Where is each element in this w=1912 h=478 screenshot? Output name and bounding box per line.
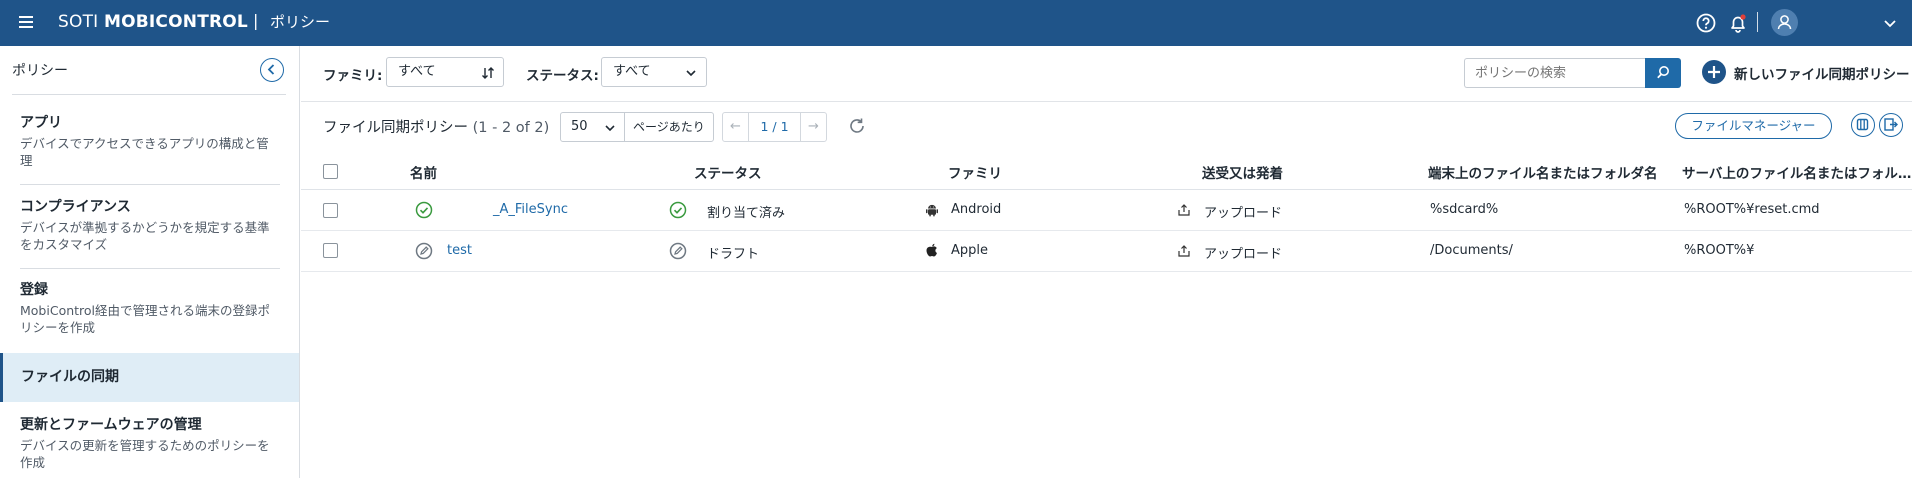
column-header-status[interactable]: ステータス [694,162,762,182]
sidebar-item-desc: デバイスの更新を管理するためのポリシーを作成 [20,438,270,470]
sidebar-title: ポリシー [12,63,68,79]
list-title: ファイル同期ポリシー (1 - 2 of 2) [323,120,550,136]
column-header-family[interactable]: ファミリ [948,162,1002,182]
device-path-text: %sdcard% [1430,202,1499,217]
status-text: 割り当て済み [707,206,786,221]
search-icon [1657,66,1669,79]
apple-icon [924,242,942,260]
policy-search-input[interactable] [1464,58,1646,88]
family-filter-label: ファミリ: [323,68,383,84]
table-row[interactable]: _A_FileSync 割り当て済み Android アップロード %sdcar… [301,190,1912,231]
filter-toolbar: ファミリ: すべて ステータス: すべて 新しいファイル同期ポリシー [301,46,1912,102]
table-row[interactable]: test ドラフト Apple アップロード /Documents/ %ROOT… [301,231,1912,272]
sidebar-item-desc: デバイスでアクセスできるアプリの構成と管理 [20,136,269,168]
list-toolbar: ファイル同期ポリシー (1 - 2 of 2) 50 ページあたり ← 1 / … [301,102,1912,152]
family-text: Apple [951,243,989,258]
pagination: ← 1 / 1 → [722,112,827,142]
collapse-sidebar-button[interactable] [260,58,284,82]
plus-icon [1702,60,1726,84]
server-path-text: %ROOT%¥ [1684,243,1755,258]
sidebar-item-enrollment[interactable]: 登録 MobiControl経由で管理される端末の登録ポリシーを作成 [0,281,299,336]
column-header-direction[interactable]: 送受又は発着 [1202,162,1283,182]
direction-text: アップロード [1204,247,1283,262]
android-icon [924,202,942,220]
file-manager-button[interactable]: ファイルマネージャー [1675,113,1832,139]
sort-icon [482,67,494,79]
column-header-server-path[interactable]: サーバ上のファイル名またはフォル… [1682,162,1911,182]
prev-page-button[interactable]: ← [723,113,749,141]
upload-icon [1176,243,1194,261]
server-path-text: %ROOT%¥reset.cmd [1684,202,1820,217]
chevron-down-icon [686,70,696,77]
check-circle-icon [415,201,433,219]
policy-name-link[interactable]: _A_FileSync [493,202,568,217]
sidebar-item-desc: MobiControl経由で管理される端末の登録ポリシーを作成 [20,303,271,335]
chevron-down-icon [605,125,615,132]
policy-table: 名前 ステータス ファミリ 送受又は発着 端末上のファイル名またはフォルダ名 サ… [301,152,1912,272]
header-page-title: ポリシー [270,13,331,31]
export-icon[interactable] [1879,113,1903,137]
per-page-select[interactable]: 50 [560,112,625,142]
direction-text: アップロード [1204,206,1283,221]
upload-icon [1176,202,1194,220]
refresh-icon[interactable] [846,115,868,137]
bell-icon[interactable] [1727,12,1749,34]
check-circle-icon [669,201,687,219]
divider [12,94,286,95]
page-indicator: 1 / 1 [760,119,789,134]
sidebar-item-title: コンプライアンス [20,199,131,215]
sidebar-item-desc: デバイスが準拠するかどうかを規定する基準をカスタマイズ [20,220,270,252]
brand-logo[interactable]: SOTI MOBICONTROL [58,11,248,33]
sidebar-item-file-sync[interactable]: ファイルの同期 [0,353,299,402]
status-filter-select[interactable]: すべて [601,57,707,87]
chevron-down-icon[interactable] [1882,15,1898,31]
brand-separator: | [253,11,259,30]
header-divider [1757,12,1758,32]
pencil-circle-icon [415,242,433,260]
select-all-checkbox[interactable] [323,164,338,179]
status-text: ドラフト [707,247,760,262]
sidebar-item-title: ファイルの同期 [21,369,119,385]
device-path-text: /Documents/ [1430,243,1513,258]
columns-icon[interactable] [1851,113,1875,137]
row-checkbox[interactable] [323,203,338,218]
column-header-name[interactable]: 名前 [410,162,437,182]
table-header: 名前 ステータス ファミリ 送受又は発着 端末上のファイル名またはフォルダ名 サ… [301,152,1912,190]
sidebar-item-updates-firmware[interactable]: 更新とファームウェアの管理 デバイスの更新を管理するためのポリシーを作成 [0,416,299,471]
policy-name-link[interactable]: test [447,243,472,258]
search-button[interactable] [1645,58,1681,88]
family-filter-select[interactable]: すべて [386,57,504,87]
row-checkbox[interactable] [323,243,338,258]
column-header-device-path[interactable]: 端末上のファイル名またはフォルダ名 [1428,162,1658,182]
help-icon[interactable] [1695,12,1717,34]
divider [20,268,280,269]
sidebar-item-apps[interactable]: アプリ デバイスでアクセスできるアプリの構成と管理 [0,114,299,169]
sidebar: ポリシー アプリ デバイスでアクセスできるアプリの構成と管理 コンプライアンス … [0,46,300,478]
divider [20,184,280,185]
top-bar: SOTI MOBICONTROL | ポリシー [0,0,1912,46]
sidebar-item-title: 更新とファームウェアの管理 [20,417,202,433]
user-icon[interactable] [1771,9,1798,36]
family-text: Android [951,202,1002,217]
next-page-button[interactable]: → [800,113,826,141]
sidebar-item-title: アプリ [20,115,62,131]
status-filter-label: ステータス: [526,68,599,84]
menu-icon[interactable] [16,10,38,34]
per-page-label: ページあたり [624,112,714,142]
sidebar-item-compliance[interactable]: コンプライアンス デバイスが準拠するかどうかを規定する基準をカスタマイズ [0,198,299,253]
pencil-circle-icon [669,242,687,260]
sidebar-item-title: 登録 [20,282,48,298]
list-count: (1 - 2 of 2) [472,120,550,136]
